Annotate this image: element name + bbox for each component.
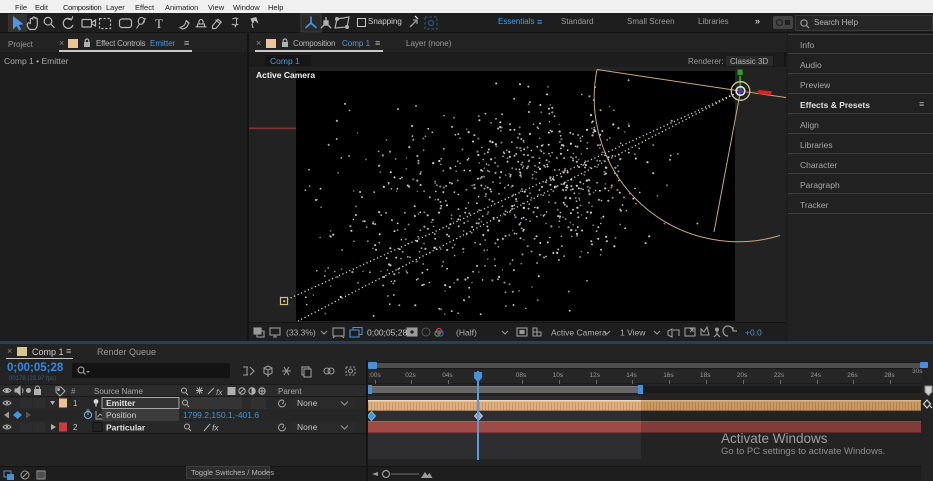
svg-text:1: 1	[73, 399, 78, 408]
svg-text:+0.0: +0.0	[745, 328, 762, 338]
svg-text:Emitter: Emitter	[106, 398, 136, 408]
svg-text:fx: fx	[212, 423, 219, 433]
svg-text:(Half): (Half)	[456, 328, 477, 338]
svg-text:Active Camera: Active Camera	[256, 70, 315, 80]
svg-text:None: None	[297, 422, 318, 432]
svg-text:Particular: Particular	[106, 423, 146, 433]
svg-text:Active Camera: Active Camera	[551, 328, 607, 338]
svg-text:(33.3%): (33.3%)	[286, 328, 316, 338]
svg-text:None: None	[297, 398, 318, 408]
svg-text:Position: Position	[106, 410, 137, 420]
svg-text:Parent: Parent	[278, 387, 302, 396]
svg-text:2: 2	[73, 423, 78, 432]
svg-text:T: T	[155, 16, 163, 31]
svg-text:fx: fx	[216, 387, 223, 397]
svg-text:1 View: 1 View	[620, 328, 646, 338]
svg-text:1799.2,150.1,-401.6: 1799.2,150.1,-401.6	[183, 410, 259, 420]
svg-text:0;00;05;28: 0;00;05;28	[367, 328, 407, 338]
svg-text:Source Name: Source Name	[94, 387, 143, 396]
svg-text:#: #	[71, 387, 76, 396]
